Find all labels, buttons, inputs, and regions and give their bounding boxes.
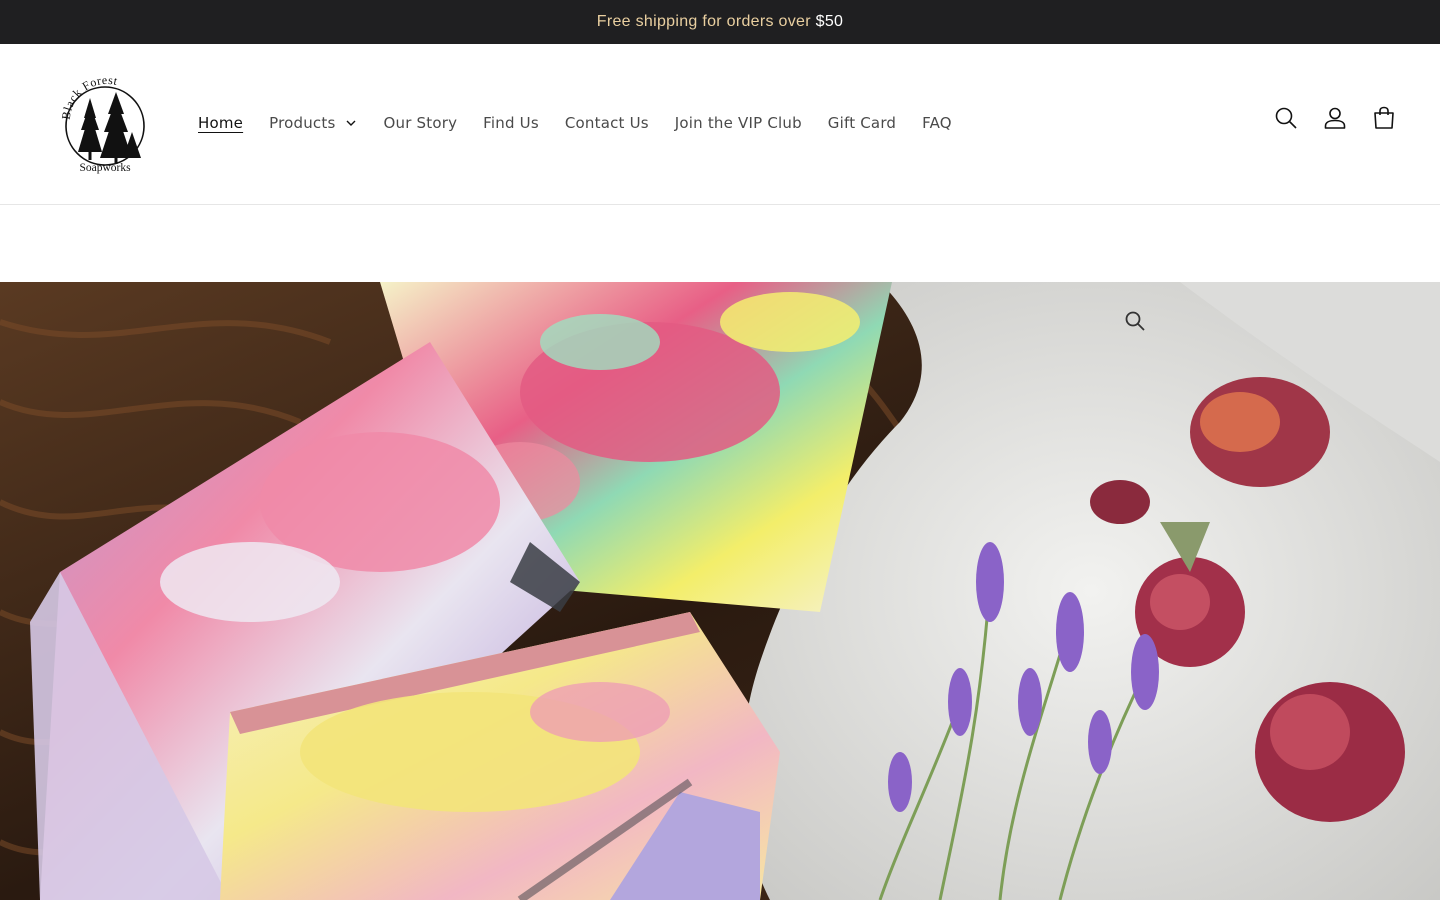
nav-faq[interactable]: FAQ — [909, 106, 965, 140]
site-header: Black Forest Soapworks Home Products Our… — [0, 44, 1440, 205]
nav-products-label: Products — [269, 114, 336, 132]
nav-our-story[interactable]: Our Story — [370, 106, 470, 140]
nav-vip-club[interactable]: Join the VIP Club — [662, 106, 815, 140]
logo-link[interactable]: Black Forest Soapworks — [60, 74, 152, 174]
nav-gift-card[interactable]: Gift Card — [815, 106, 909, 140]
announcement-message: Free shipping for orders over — [596, 13, 816, 30]
search-icon — [1275, 107, 1297, 129]
logo-bottom-text: Soapworks — [79, 162, 131, 174]
announcement-bar: Free shipping for orders over $50 — [0, 0, 1440, 44]
nav-find-us[interactable]: Find Us — [470, 106, 552, 140]
nav-contact-us[interactable]: Contact Us — [552, 106, 662, 140]
hero-photo — [0, 282, 1440, 900]
logo-image: Black Forest Soapworks — [60, 74, 145, 174]
nav-home[interactable]: Home — [185, 106, 256, 140]
cart-button[interactable] — [1370, 104, 1398, 132]
cart-icon — [1374, 106, 1394, 129]
nav-products[interactable]: Products — [256, 106, 370, 140]
header-icons — [1272, 104, 1398, 132]
search-button[interactable] — [1272, 104, 1300, 132]
chevron-down-icon — [346, 120, 356, 126]
account-icon — [1324, 107, 1346, 129]
section-spacer — [0, 205, 1440, 282]
announcement-amount: $50 — [815, 13, 844, 30]
account-button[interactable] — [1321, 104, 1349, 132]
magnifier-icon[interactable] — [1124, 310, 1146, 332]
hero-image[interactable] — [0, 282, 1440, 900]
main-nav: Home Products Our Story Find Us Contact … — [185, 106, 965, 140]
announcement-text: Free shipping for orders over $50 — [597, 13, 843, 31]
